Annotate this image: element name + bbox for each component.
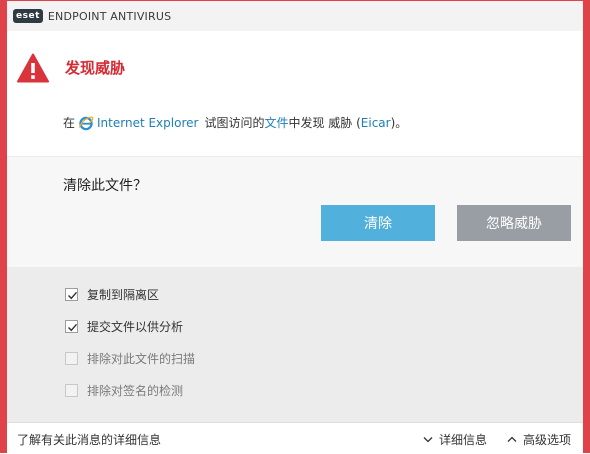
question-text: 清除此文件？	[63, 178, 147, 194]
clean-button[interactable]: 清除	[321, 205, 435, 241]
option-label: 排除对此文件的扫描	[87, 352, 196, 366]
option-submit-for-analysis[interactable]: 提交文件以供分析	[65, 318, 183, 335]
internet-explorer-icon	[78, 116, 94, 130]
option-exclude-signature-detection[interactable]: 排除对签名的检测	[65, 382, 183, 399]
option-copy-to-quarantine[interactable]: 复制到隔离区	[65, 286, 159, 303]
alert-window: eset ENDPOINT ANTIVIRUS 发现威胁 在 Internet …	[0, 0, 590, 454]
eset-logo: eset	[13, 9, 43, 23]
chevron-up-icon	[507, 436, 517, 442]
option-label: 提交文件以供分析	[87, 320, 184, 334]
alert-title: 发现威胁	[65, 59, 126, 77]
options-panel: 复制到隔离区 提交文件以供分析 排除对此文件的扫描 排除对签名的检测	[7, 267, 583, 422]
option-exclude-file-scan[interactable]: 排除对此文件的扫描	[65, 350, 195, 367]
message-prefix: 在	[63, 116, 76, 130]
learn-more-link[interactable]: 了解有关此消息的详细信息	[17, 431, 161, 448]
checkbox-checked[interactable]	[65, 320, 78, 333]
question-panel: 清除此文件？ 清除 忽略威胁	[7, 156, 583, 268]
checkmark-icon	[68, 323, 78, 332]
message-suffix: )。	[390, 116, 408, 130]
title-bar[interactable]: eset ENDPOINT ANTIVIRUS	[7, 1, 583, 31]
checkbox-unchecked[interactable]	[65, 384, 78, 397]
warning-triangle-icon	[17, 53, 49, 83]
footer-bar: 了解有关此消息的详细信息 详细信息 高级选项	[7, 422, 583, 454]
checkbox-checked[interactable]	[65, 288, 78, 301]
file-link[interactable]: 文件	[264, 114, 288, 131]
ignore-threat-button[interactable]: 忽略威胁	[457, 205, 571, 241]
option-label: 排除对签名的检测	[87, 384, 184, 398]
details-label: 详细信息	[439, 433, 488, 447]
app-title: ENDPOINT ANTIVIRUS	[47, 9, 172, 23]
checkmark-icon	[68, 291, 78, 300]
advanced-options-label: 高级选项	[523, 433, 572, 447]
checkbox-unchecked[interactable]	[65, 352, 78, 365]
message-mid2: 中发现 威胁 (	[288, 116, 361, 130]
details-toggle[interactable]: 详细信息	[423, 431, 487, 448]
threat-link[interactable]: Eicar	[361, 116, 391, 130]
option-label: 复制到隔离区	[87, 288, 160, 302]
threat-message: 在 Internet Explorer 试图访问的 文件 中发现 威胁 ( Ei…	[63, 114, 407, 131]
browser-link[interactable]: Internet Explorer	[97, 116, 198, 130]
advanced-options-toggle[interactable]: 高级选项	[507, 431, 571, 448]
message-mid: 试图访问的	[204, 116, 265, 130]
chevron-down-icon	[423, 437, 433, 443]
